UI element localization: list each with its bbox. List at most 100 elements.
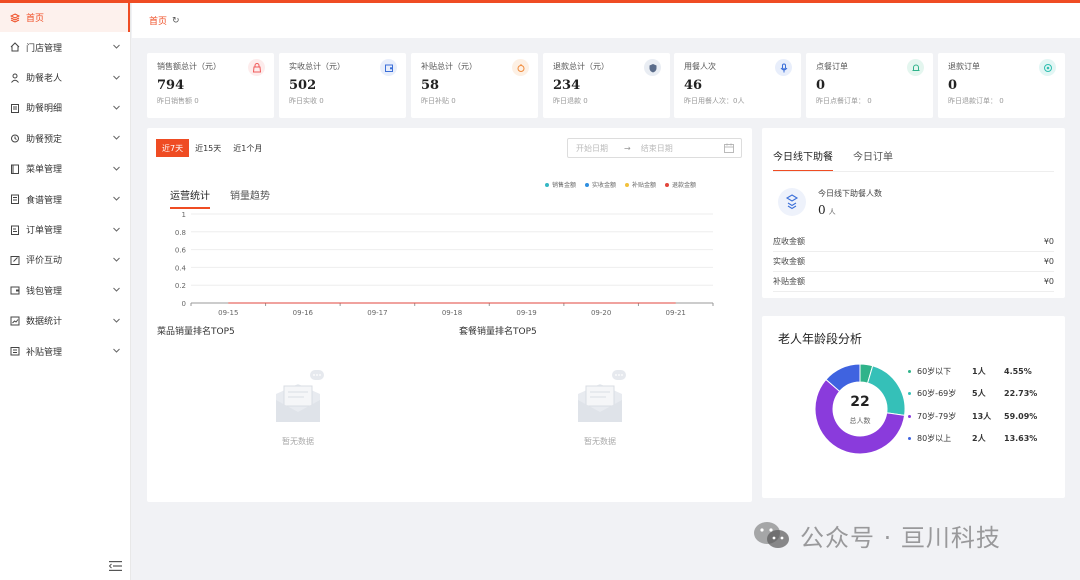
sidebar-item-3[interactable]: 助餐明细 <box>0 93 130 123</box>
legend-item[interactable]: 补贴金额 <box>625 180 656 189</box>
order-icon <box>10 225 20 235</box>
today-count-unit: 人 <box>828 208 836 216</box>
legend-label: 销售金额 <box>552 182 577 189</box>
stat-card: 点餐订单 0 昨日点餐订单： 0 <box>806 53 933 118</box>
collapse-menu-icon[interactable] <box>109 560 122 572</box>
chevron-down-icon <box>113 316 120 325</box>
sidebar-item-label: 订单管理 <box>26 226 63 237</box>
stat-value: 0 <box>948 78 958 93</box>
sidebar-item-10[interactable]: 数据统计 <box>0 306 130 336</box>
target-icon <box>1039 59 1056 76</box>
stat-value: 794 <box>157 78 185 93</box>
operations-panel: 近7天 近15天 近1个月 开始日期 → 结束日期 运营统计 销量趋势 销售金额… <box>147 128 752 502</box>
sidebar-menu: 首页门店管理助餐老人 助餐明细助餐预定菜单管理 食谱管理订单管理评价互动钱包管理 数据… <box>0 3 130 366</box>
sidebar-item-1[interactable]: 门店管理 <box>0 32 130 62</box>
breadcrumb: 首页 ↻ <box>132 3 1080 38</box>
stat-sub: 昨日实收 0 <box>289 97 324 105</box>
x-tick-label: 09-21 <box>666 309 686 317</box>
tab-today-orders[interactable]: 今日订单 <box>853 148 893 172</box>
sidebar-item-11[interactable]: 补贴管理 <box>0 336 130 366</box>
sidebar-item-6[interactable]: 食谱管理 <box>0 184 130 214</box>
sidebar-item-5[interactable]: 菜单管理 <box>0 154 130 184</box>
combo-empty-text: 暂无数据 <box>584 437 616 446</box>
legend-dot <box>545 182 549 187</box>
legend-item[interactable]: 实收金额 <box>585 180 616 189</box>
sidebar-item-label: 评价互动 <box>26 256 63 267</box>
y-tick-label: 0.4 <box>175 264 187 272</box>
sidebar-item-4[interactable]: 助餐预定 <box>0 123 130 153</box>
chevron-down-icon <box>113 347 120 356</box>
stat-sub: 昨日点餐订单： 0 <box>816 97 872 105</box>
age-group-count: 13人 <box>972 412 992 421</box>
legend-label: 实收金额 <box>592 182 617 189</box>
dish-empty-text: 暂无数据 <box>282 437 314 446</box>
stat-card: 退款订单 0 昨日退款订单： 0 <box>938 53 1065 118</box>
sidebar-item-7[interactable]: 订单管理 <box>0 214 130 244</box>
legend-label: 补贴金额 <box>632 182 657 189</box>
stat-value: 234 <box>553 78 581 93</box>
range-7d-button[interactable]: 近7天 <box>156 139 190 157</box>
legend-item[interactable]: 销售金额 <box>545 180 576 189</box>
today-panel: 今日线下助餐 今日订单 今日线下助餐人数 0人 应收金额 ¥0 实收金额 ¥0 … <box>762 128 1065 298</box>
sidebar-item-0[interactable]: 首页 <box>0 3 130 32</box>
stat-value: 58 <box>421 78 440 93</box>
end-date-input[interactable]: 结束日期 <box>641 143 673 154</box>
chart-icon <box>10 316 20 326</box>
date-range-picker[interactable]: 开始日期 → 结束日期 <box>567 138 742 158</box>
recipe-icon <box>10 194 20 205</box>
tab-sales-trend[interactable]: 销量趋势 <box>230 187 270 209</box>
today-divider <box>773 171 1054 172</box>
age-title: 老人年龄段分析 <box>778 332 863 346</box>
home-icon <box>10 42 20 52</box>
age-group-pct: 4.55% <box>1004 367 1032 376</box>
legend-item[interactable]: 退款金额 <box>665 180 696 189</box>
wallet-icon <box>380 59 397 76</box>
breadcrumb-home[interactable]: 首页 <box>149 14 167 27</box>
chart-legend: 销售金额 实收金额 补贴金额 退款金额 <box>545 180 705 189</box>
sidebar-item-8[interactable]: 评价互动 <box>0 245 130 275</box>
stat-sub: 昨日用餐人次：0人 <box>684 97 745 105</box>
calendar-icon <box>724 143 734 153</box>
sidebar-item-label: 首页 <box>26 14 45 24</box>
age-group-label: 70岁-79岁 <box>917 412 957 421</box>
x-tick-label: 09-16 <box>293 309 314 317</box>
receivable-value: ¥0 <box>1043 237 1054 246</box>
legend-dot <box>908 370 911 373</box>
empty-box-icon <box>578 370 626 422</box>
x-tick-label: 09-20 <box>591 309 611 317</box>
tab-today-offline[interactable]: 今日线下助餐 <box>773 148 833 172</box>
age-group-count: 5人 <box>972 389 986 398</box>
age-group-pct: 13.63% <box>1004 434 1038 443</box>
age-group-label: 60岁以下 <box>917 367 952 376</box>
chevron-down-icon <box>113 134 120 143</box>
chevron-down-icon <box>113 255 120 264</box>
stats-tabs: 运营统计 销量趋势 <box>170 187 290 209</box>
mic-icon <box>775 59 792 76</box>
wechat-icon <box>754 521 789 548</box>
stat-card: 实收总计（元） 502 昨日实收 0 <box>279 53 406 118</box>
stat-card: 补贴总计（元） 58 昨日补贴 0 <box>411 53 538 118</box>
sidebar-item-2[interactable]: 助餐老人 <box>0 62 130 92</box>
chevron-down-icon <box>113 73 120 82</box>
range-15d-button[interactable]: 近15天 <box>189 139 227 157</box>
refresh-icon[interactable]: ↻ <box>172 16 180 26</box>
range-1m-button[interactable]: 近1个月 <box>227 139 268 157</box>
start-date-input[interactable]: 开始日期 <box>576 143 608 154</box>
tab-operations[interactable]: 运营统计 <box>170 187 210 209</box>
chevron-down-icon <box>113 195 120 204</box>
today-row-receivable: 应收金额 ¥0 <box>773 232 1054 252</box>
y-tick-label: 0.6 <box>175 247 187 255</box>
wallet-icon <box>10 285 20 295</box>
sidebar-item-9[interactable]: 钱包管理 <box>0 275 130 305</box>
received-label: 实收金额 <box>773 257 805 266</box>
stat-card: 销售额总计（元） 794 昨日销售额 0 <box>147 53 274 118</box>
sidebar-item-label: 助餐预定 <box>26 134 63 145</box>
combo-rank-title: 套餐销量排名TOP5 <box>459 327 537 337</box>
y-tick-label: 0 <box>182 300 186 308</box>
sidebar-item-label: 门店管理 <box>26 43 63 54</box>
age-group-count: 2人 <box>972 434 986 443</box>
x-tick-label: 09-15 <box>218 309 238 317</box>
age-total: 22 <box>850 394 870 410</box>
legend-dot <box>908 415 911 418</box>
combo-rank-empty: 暂无数据 <box>550 370 650 447</box>
